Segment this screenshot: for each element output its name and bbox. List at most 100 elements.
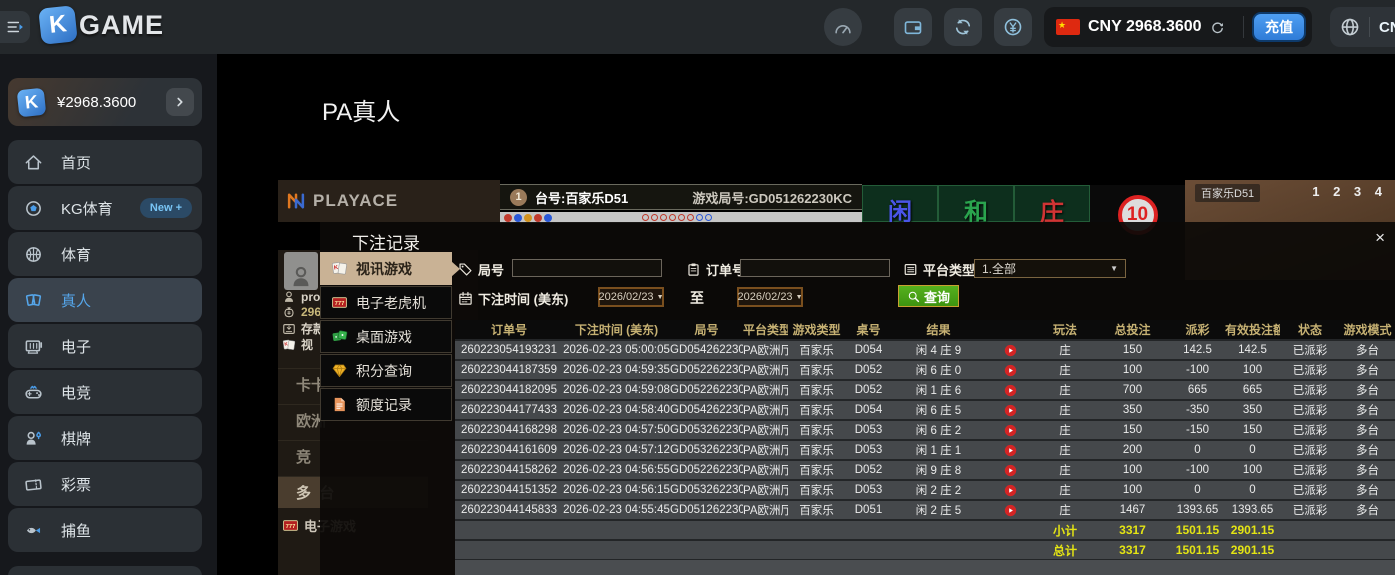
sidebar-item-esports[interactable]: 电竞 — [8, 370, 202, 414]
modal-tab-label: 桌面游戏 — [356, 327, 412, 347]
game-type-cell: 百家乐 — [788, 340, 845, 360]
play-icon[interactable] — [1004, 424, 1017, 437]
sidebar-balance-card[interactable]: K ¥2968.3600 — [8, 78, 202, 126]
play-icon[interactable] — [1004, 484, 1017, 497]
play-icon[interactable] — [1004, 364, 1017, 377]
sidebar-item-live-casino[interactable]: 真人 — [8, 278, 202, 322]
payout-cell: 0 — [1170, 480, 1225, 500]
soccer-icon — [24, 199, 43, 218]
bet-records-modal: 下注记录 × K视讯游戏777电子老虎机桌面游戏积分查询额度记录 局号 订单号 … — [320, 222, 1395, 575]
app-logo[interactable]: K GAME — [40, 7, 164, 43]
close-button[interactable]: × — [1369, 228, 1391, 247]
person-icon — [288, 264, 314, 290]
sum-label-cell: 总计 — [1035, 540, 1095, 560]
round-filter-label: 局号 — [458, 260, 504, 279]
bet-time-cell: 2026-02-23 04:57:12 — [563, 440, 670, 460]
transfer-button[interactable] — [944, 8, 982, 46]
sidebar-item-promotions[interactable]: 优惠 — [8, 566, 202, 575]
sidebar-item-sports[interactable]: 体育 — [8, 232, 202, 276]
payout-cell: -150 — [1170, 420, 1225, 440]
table-footer-filler — [455, 560, 1395, 575]
avatar[interactable] — [284, 252, 318, 290]
slot-icon — [24, 337, 43, 356]
platform-select[interactable]: 1.全部▼ — [974, 259, 1126, 278]
sidebar-item-board-games[interactable]: 棋牌 — [8, 416, 202, 460]
lobby-video-tab[interactable]: K视 — [282, 336, 313, 353]
play-icon[interactable] — [1004, 504, 1017, 517]
platform-cell: PA欧洲厅 — [743, 440, 788, 460]
bet-time-cell: 2026-02-23 05:00:05 — [563, 340, 670, 360]
bet-time-cell: 2026-02-23 04:55:45 — [563, 500, 670, 520]
bet-zone[interactable]: 和 — [938, 185, 1014, 222]
sidebar-item-label: 电竞 — [61, 382, 91, 403]
column-header: 结果 — [892, 320, 985, 340]
round-no-cell: GD052262230K6 — [670, 360, 743, 380]
bet-time-filter-label: 下注时间 (美东) — [458, 289, 568, 308]
order-input[interactable] — [740, 259, 890, 277]
date-to-select[interactable]: 2026/02/23▼ — [737, 287, 803, 307]
fish-icon — [24, 521, 43, 540]
list-icon — [903, 262, 918, 277]
sidebar-item-home[interactable]: 首页 — [8, 140, 202, 184]
date-from-select[interactable]: 2026/02/23▼ — [598, 287, 664, 307]
bet-zone[interactable]: 庄 — [1014, 185, 1090, 222]
exchange-button[interactable] — [994, 8, 1032, 46]
play-icon[interactable] — [1004, 384, 1017, 397]
sidebar-item-kg-sports[interactable]: KG体育New + — [8, 186, 202, 230]
menu-toggle-button[interactable] — [0, 11, 30, 43]
play-icon[interactable] — [1004, 444, 1017, 457]
modal-tab-额度记录[interactable]: 额度记录 — [320, 388, 452, 421]
game-mode-cell: 多台 — [1340, 360, 1395, 380]
replay-cell — [985, 400, 1035, 420]
game-type-cell: 百家乐 — [788, 420, 845, 440]
sidebar-item-lottery[interactable]: 彩票 — [8, 462, 202, 506]
lobby-deposit-row[interactable]: 存款 — [282, 320, 325, 337]
table-no-cell: D053 — [845, 420, 892, 440]
deposit-button[interactable]: 充值 — [1252, 12, 1306, 42]
search-button[interactable]: 查询 — [898, 285, 959, 307]
wallet-button[interactable] — [894, 8, 932, 46]
order-no-cell: 260223044145833 — [455, 500, 563, 520]
game-mode-cell: 多台 — [1340, 500, 1395, 520]
sidebar-item-fishing[interactable]: 捕鱼 — [8, 508, 202, 552]
modal-tab-label: 视讯游戏 — [356, 259, 412, 279]
sidebar-item-label: 电子 — [61, 336, 91, 357]
balance-pill[interactable]: ★ CNY 2968.3600 充值 — [1044, 7, 1312, 47]
replay-cell — [985, 460, 1035, 480]
refresh-balance-icon[interactable] — [1210, 20, 1225, 35]
replay-cell — [985, 440, 1035, 460]
table-row: 2602230441873592026-02-23 04:59:35GD0522… — [455, 360, 1395, 380]
round-input[interactable] — [512, 259, 662, 277]
modal-tab-视讯游戏[interactable]: K视讯游戏 — [320, 252, 452, 285]
modal-tab-桌面游戏[interactable]: 桌面游戏 — [320, 320, 452, 353]
modal-tab-积分查询[interactable]: 积分查询 — [320, 354, 452, 387]
result-cell: 闲 6 庄 2 — [892, 420, 985, 440]
table-row: 2602230541932312026-02-23 05:00:05GD0542… — [455, 340, 1395, 360]
platform-filter-label: 平台类型 — [903, 260, 975, 279]
bet-zones: 闲和庄 — [862, 185, 1090, 222]
expand-balance-button[interactable] — [166, 88, 194, 116]
game-mode-cell: 多台 — [1340, 380, 1395, 400]
diamond-icon — [331, 362, 348, 379]
signal-button[interactable] — [824, 8, 862, 46]
countdown-area: 10 — [1090, 185, 1185, 222]
wallet-icon — [903, 17, 923, 37]
round-no-cell: GD052262230K2 — [670, 460, 743, 480]
play-icon[interactable] — [1004, 344, 1017, 357]
sidebar-item-label: KG体育 — [61, 198, 113, 219]
sidebar-item-slots[interactable]: 电子 — [8, 324, 202, 368]
replay-cell — [985, 380, 1035, 400]
payout-cell: -100 — [1170, 460, 1225, 480]
bet-zone[interactable]: 闲 — [862, 185, 938, 222]
language-selector[interactable]: CN — [1330, 7, 1395, 47]
valid-bet-cell: 1393.65 — [1225, 500, 1280, 520]
valid-bet-cell: 0 — [1225, 440, 1280, 460]
modal-tab-list: K视讯游戏777电子老虎机桌面游戏积分查询额度记录 — [320, 252, 452, 422]
divider — [1369, 17, 1370, 37]
payout-cell: 142.5 — [1170, 340, 1225, 360]
play-icon[interactable] — [1004, 404, 1017, 417]
modal-tab-电子老虎机[interactable]: 777电子老虎机 — [320, 286, 452, 319]
payout-cell: -350 — [1170, 400, 1225, 420]
clipboard-icon — [686, 262, 701, 277]
play-icon[interactable] — [1004, 464, 1017, 477]
